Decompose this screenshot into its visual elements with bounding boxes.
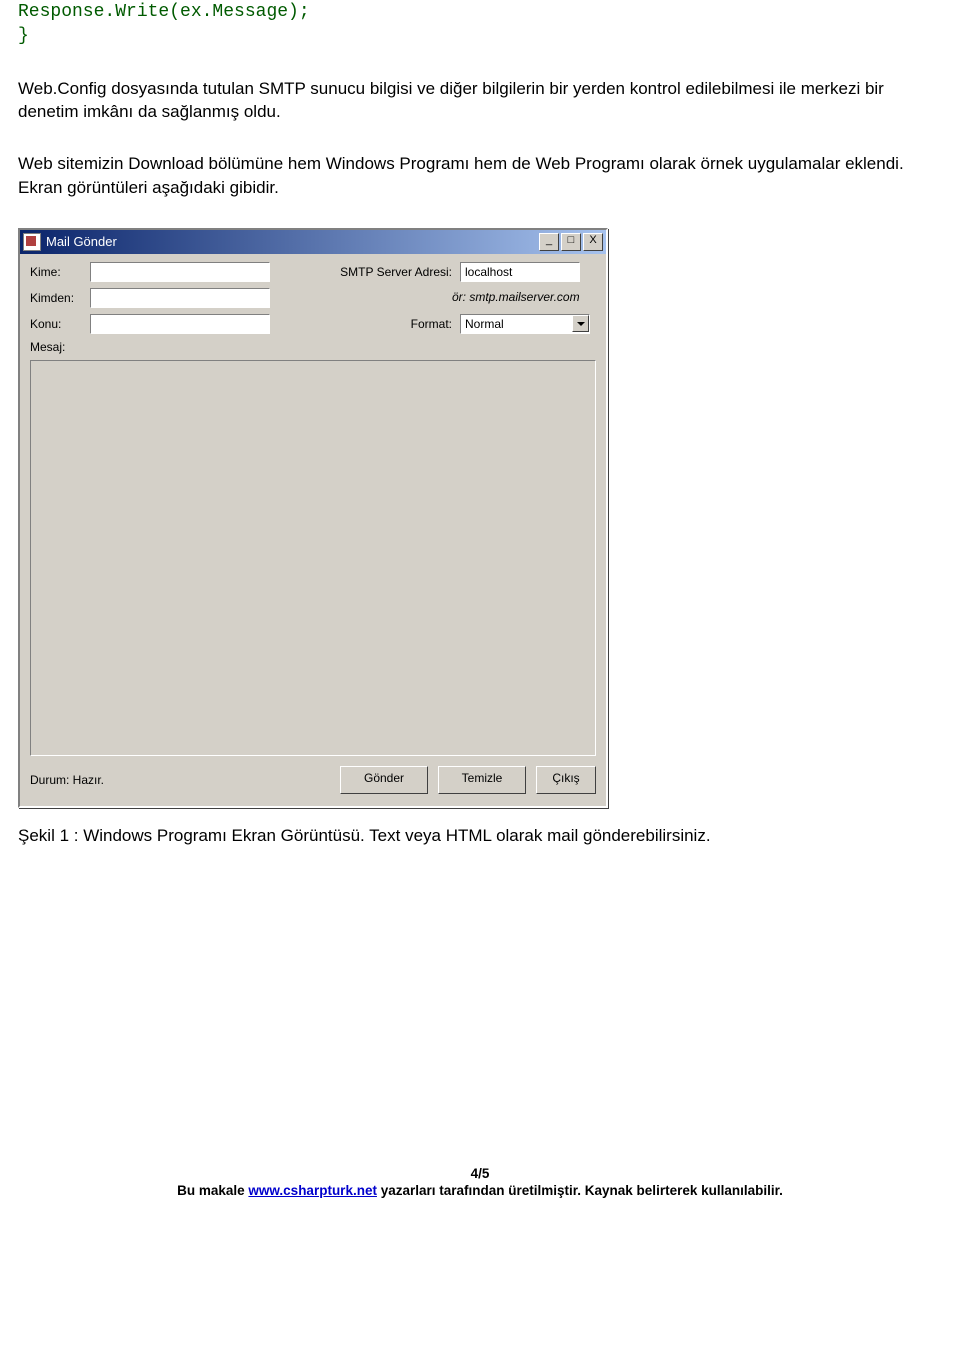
temizle-button[interactable]: Temizle	[438, 766, 526, 794]
format-select[interactable]	[460, 314, 590, 334]
label-mesaj: Mesaj:	[30, 340, 90, 354]
paragraph-1: Web.Config dosyasında tutulan SMTP sunuc…	[18, 77, 942, 125]
footer-link[interactable]: www.csharpturk.net	[248, 1183, 377, 1198]
mesaj-textarea[interactable]	[30, 360, 596, 756]
figure-caption: Şekil 1 : Windows Programı Ekran Görüntü…	[18, 826, 942, 846]
window-titlebar[interactable]: Mail Gönder _ □ X	[20, 230, 606, 254]
cikis-button[interactable]: Çıkış	[536, 766, 596, 794]
kime-input[interactable]	[90, 262, 270, 282]
label-kime: Kime:	[30, 265, 90, 279]
label-format: Format:	[320, 317, 460, 331]
page-number: 4/5	[18, 1166, 942, 1181]
konu-input[interactable]	[90, 314, 270, 334]
close-button[interactable]: X	[583, 233, 603, 251]
maximize-button[interactable]: □	[561, 233, 581, 251]
label-konu: Konu:	[30, 317, 90, 331]
gonder-button[interactable]: Gönder	[340, 766, 428, 794]
minimize-button[interactable]: _	[539, 233, 559, 251]
app-icon	[23, 233, 41, 251]
status-text: Durum: Hazır.	[30, 773, 330, 787]
kimden-input[interactable]	[90, 288, 270, 308]
code-line: }	[18, 26, 29, 46]
smtp-hint: ör: smtp.mailserver.com	[452, 290, 580, 304]
smtp-input[interactable]	[460, 262, 580, 282]
label-smtp: SMTP Server Adresi:	[320, 265, 460, 279]
paragraph-2: Web sitemizin Download bölümüne hem Wind…	[18, 152, 942, 200]
code-snippet: Response.Write(ex.Message); }	[18, 0, 942, 49]
code-line: Response.Write(ex.Message);	[18, 2, 310, 22]
label-kimden: Kimden:	[30, 291, 90, 305]
footer-credit: Bu makale www.csharpturk.net yazarları t…	[18, 1183, 942, 1198]
chevron-down-icon[interactable]	[572, 315, 589, 332]
window-title: Mail Gönder	[46, 234, 539, 249]
screenshot-window: Mail Gönder _ □ X Kime: SMTP Server Adre…	[18, 228, 608, 808]
